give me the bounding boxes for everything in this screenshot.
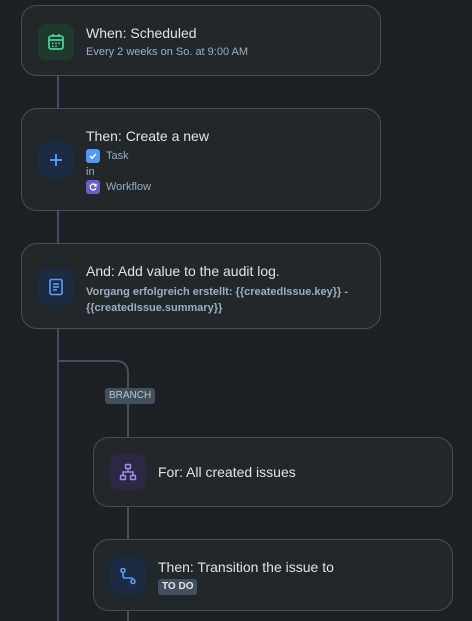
create-issue-card[interactable]: Then: Create a new Task in Workflow (21, 108, 381, 211)
transition-card[interactable]: Then: Transition the issue to TO DO (93, 539, 453, 611)
branch-tag: BRANCH (105, 388, 156, 404)
audit-log-card[interactable]: And: Add value to the audit log. Vorgang… (21, 243, 381, 329)
for-each-card[interactable]: For: All created issues (93, 437, 453, 507)
connector-line (57, 75, 59, 109)
for-title: For: All created issues (158, 464, 296, 480)
issue-type-label: Task (106, 150, 129, 162)
transition-icon (110, 558, 146, 594)
audit-title: And: Add value to the audit log. (86, 263, 280, 279)
audit-detail: Vorgang erfolgreich erstellt: {{createdI… (86, 286, 349, 314)
task-checkbox-icon (86, 149, 100, 163)
project-label: Workflow (106, 181, 152, 193)
status-lozenge: TO DO (158, 579, 198, 595)
trigger-title: When: Scheduled (86, 25, 197, 41)
in-label: in (86, 166, 95, 178)
plus-icon (38, 142, 74, 178)
connector-line (127, 610, 129, 621)
project-avatar-icon (86, 180, 100, 194)
connector-line (127, 404, 129, 438)
trigger-card[interactable]: When: Scheduled Every 2 weeks on So. at … (21, 5, 381, 76)
issue-type-row: Task (86, 149, 129, 163)
trigger-subtitle: Every 2 weeks on So. at 9:00 AM (86, 46, 249, 58)
project-row: Workflow (86, 180, 151, 194)
branch-connector (57, 360, 129, 390)
transition-title: Then: Transition the issue to (158, 559, 334, 575)
document-icon (38, 269, 74, 305)
create-title: Then: Create a new (86, 128, 209, 144)
connector-line (57, 210, 59, 244)
connector-line (127, 506, 129, 540)
calendar-icon (38, 24, 74, 60)
hierarchy-icon (110, 454, 146, 490)
